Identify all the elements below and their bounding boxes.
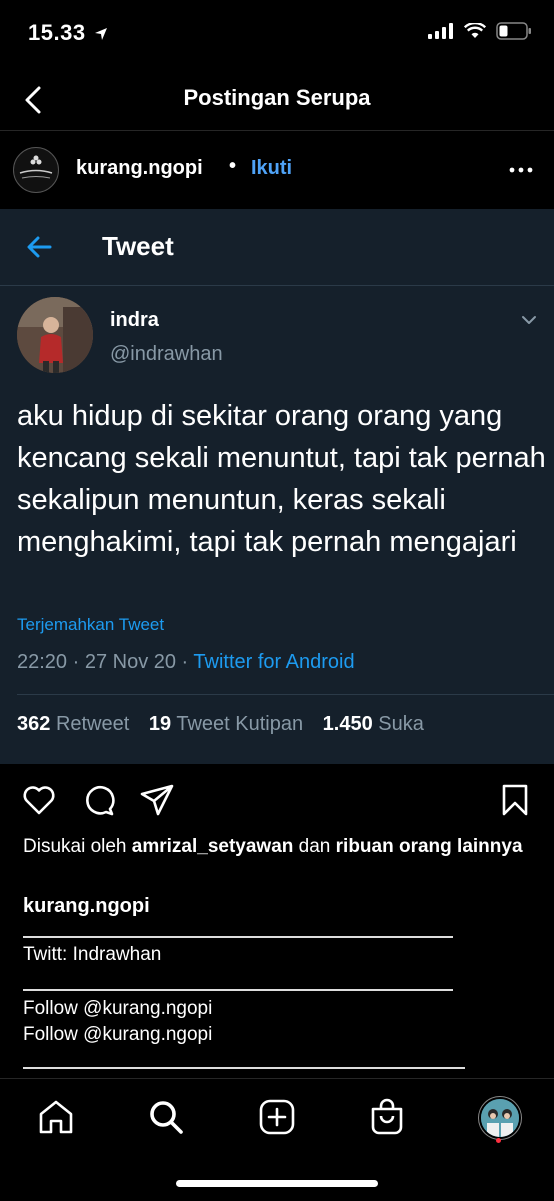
- tweet-author-avatar: [17, 297, 93, 373]
- avatar-logo-icon: [19, 155, 53, 179]
- follow-button[interactable]: Ikuti: [251, 157, 292, 180]
- location-arrow-icon: [95, 28, 108, 41]
- caption-line-2[interactable]: Follow @kurang.ngopi: [23, 996, 212, 1021]
- caption-line-1: Twitt: Indrawhan: [23, 944, 162, 965]
- tweet-header-title: Tweet: [102, 231, 174, 261]
- arrow-left-icon: [27, 236, 52, 258]
- tweet-stats: 362 Retweet 19 Tweet Kutipan 1.450 Suka: [17, 713, 424, 736]
- liked-by-text[interactable]: Disukai oleh amrizal_setyawan dan ribuan…: [23, 834, 543, 859]
- avatar-photo-icon: [17, 297, 93, 373]
- comment-button[interactable]: [80, 782, 116, 818]
- translate-tweet-link: Terjemahkan Tweet: [17, 615, 165, 634]
- search-icon: [150, 1101, 183, 1134]
- like-label: Suka: [378, 713, 424, 735]
- post-avatar[interactable]: [13, 147, 59, 193]
- caption-line-3[interactable]: Follow @kurang.ngopi: [23, 1022, 212, 1047]
- caption-rule: [23, 989, 453, 991]
- page-title: Postingan Serupa: [183, 85, 371, 110]
- tab-home[interactable]: [36, 1097, 76, 1137]
- post-actions: [0, 764, 554, 836]
- status-icons: [428, 22, 532, 40]
- more-horizontal-icon: [509, 167, 533, 173]
- tweet-screenshot[interactable]: Tweet indra @indrawhan aku hidup di seki…: [0, 209, 554, 764]
- liked-prefix: Disukai oleh: [23, 836, 132, 857]
- like-count: 1.450: [322, 713, 373, 735]
- heart-icon: [23, 786, 55, 815]
- separator-dot: •: [229, 155, 237, 177]
- battery-icon: [496, 22, 531, 40]
- share-button[interactable]: [139, 782, 175, 818]
- tweet-text: aku hidup di sekitar orang orang yang ke…: [17, 400, 546, 558]
- plus-square-icon: [259, 1099, 295, 1135]
- tweet-timestamp: 22:20 · 27 Nov 20 ·: [17, 651, 194, 673]
- status-bar: 15.33: [0, 0, 554, 70]
- caption-rule: [23, 936, 453, 938]
- tab-search[interactable]: [146, 1097, 186, 1137]
- more-options-button[interactable]: [508, 157, 534, 183]
- tweet-meta: 22:20 · 27 Nov 20 · Twitter for Android: [17, 651, 355, 674]
- post-caption: Disukai oleh amrizal_setyawan dan ribuan…: [23, 834, 543, 1069]
- caption-username[interactable]: kurang.ngopi: [23, 894, 150, 919]
- tweet-back-arrow: [24, 231, 56, 263]
- liked-mid: dan: [293, 836, 336, 857]
- post-username[interactable]: kurang.ngopi: [76, 157, 203, 180]
- notification-dot: [496, 1138, 501, 1143]
- liked-suffix[interactable]: ribuan orang lainnya: [336, 836, 523, 857]
- quote-count: 19: [148, 713, 172, 735]
- chevron-down-icon: [522, 316, 536, 324]
- caption-rule: [23, 1067, 465, 1069]
- signal-icon: [428, 23, 453, 39]
- tweet-source: Twitter for Android: [193, 651, 355, 673]
- comment-icon: [86, 786, 115, 816]
- home-indicator[interactable]: [176, 1180, 378, 1187]
- retweet-label: Retweet: [55, 713, 130, 735]
- tab-profile-avatar[interactable]: [479, 1097, 521, 1139]
- retweet-count: 362: [17, 713, 51, 735]
- send-icon: [140, 784, 174, 816]
- tweet-divider: [17, 694, 554, 695]
- tweet-author-name: indra: [110, 309, 159, 331]
- profile-avatar-icon: [481, 1099, 519, 1137]
- shopping-bag-icon: [371, 1098, 403, 1135]
- tweet-chevron: [518, 309, 540, 331]
- wifi-icon: [464, 23, 486, 38]
- bookmark-icon: [502, 784, 528, 816]
- home-icon: [39, 1100, 73, 1134]
- like-button[interactable]: [21, 782, 57, 818]
- nav-header: Postingan Serupa: [0, 70, 554, 130]
- save-button[interactable]: [497, 782, 533, 818]
- status-time: 15.33: [28, 20, 108, 46]
- tab-create[interactable]: [257, 1097, 297, 1137]
- tweet-top-bar: Tweet: [0, 209, 554, 286]
- quote-label: Tweet Kutipan: [176, 713, 304, 735]
- tweet-author-handle: @indrawhan: [110, 343, 223, 365]
- liked-user[interactable]: amrizal_setyawan: [132, 836, 294, 857]
- tab-shop[interactable]: [367, 1097, 407, 1137]
- post-header: kurang.ngopi • Ikuti: [0, 131, 554, 209]
